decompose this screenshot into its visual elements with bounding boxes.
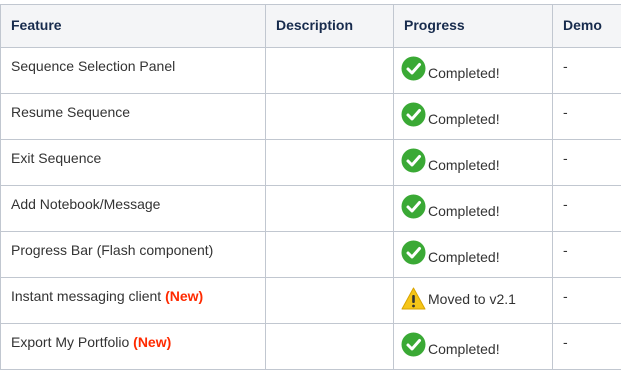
- feature-cell: Export My Portfolio (New): [0, 323, 266, 370]
- progress-cell: Moved to v2.1: [393, 277, 553, 324]
- table-row: Instant messaging client (New) Moved to …: [0, 277, 621, 324]
- feature-name: Progress Bar (Flash component): [11, 242, 214, 258]
- feature-name: Add Notebook/Message: [11, 196, 161, 212]
- progress-text: Completed!: [428, 203, 500, 219]
- demo-cell: -: [552, 47, 621, 94]
- check-circle-icon: [401, 194, 426, 219]
- check-circle-icon: [401, 332, 426, 357]
- progress-cell: Completed!: [393, 139, 553, 186]
- feature-name: Export My Portfolio: [11, 334, 130, 350]
- feature-cell: Exit Sequence: [0, 139, 266, 186]
- progress-cell: Completed!: [393, 93, 553, 140]
- description-cell: [265, 139, 394, 186]
- progress-text: Completed!: [428, 157, 500, 173]
- header-description: Description: [265, 4, 394, 48]
- demo-cell: -: [552, 231, 621, 278]
- demo-cell: -: [552, 277, 621, 324]
- table-header-row: Feature Description Progress Demo: [0, 4, 621, 48]
- progress-text: Completed!: [428, 249, 500, 265]
- feature-name: Instant messaging client: [11, 288, 162, 304]
- check-circle-icon: [401, 148, 426, 173]
- demo-cell: -: [552, 323, 621, 370]
- progress-cell: Completed!: [393, 47, 553, 94]
- feature-cell: Resume Sequence: [0, 93, 266, 140]
- feature-cell: Progress Bar (Flash component): [0, 231, 266, 278]
- header-progress: Progress: [393, 4, 553, 48]
- new-badge: (New): [165, 288, 204, 304]
- table-row: Progress Bar (Flash component) Completed…: [0, 231, 621, 278]
- table-row: Sequence Selection Panel Completed! -: [0, 47, 621, 94]
- progress-text: Moved to v2.1: [428, 290, 516, 307]
- warning-icon: [401, 286, 426, 311]
- feature-table: Feature Description Progress Demo Sequen…: [0, 4, 621, 370]
- description-cell: [265, 277, 394, 324]
- feature-name: Exit Sequence: [11, 150, 102, 166]
- progress-text: Completed!: [428, 111, 500, 127]
- demo-cell: -: [552, 139, 621, 186]
- check-circle-icon: [401, 102, 426, 127]
- description-cell: [265, 47, 394, 94]
- progress-cell: Completed!: [393, 185, 553, 232]
- check-circle-icon: [401, 240, 426, 265]
- description-cell: [265, 231, 394, 278]
- table-row: Resume Sequence Completed! -: [0, 93, 621, 140]
- table-row: Export My Portfolio (New) Completed! -: [0, 323, 621, 370]
- progress-text: Completed!: [428, 341, 500, 357]
- feature-name: Sequence Selection Panel: [11, 58, 176, 74]
- demo-cell: -: [552, 185, 621, 232]
- description-cell: [265, 185, 394, 232]
- progress-text: Completed!: [428, 65, 500, 81]
- demo-cell: -: [552, 93, 621, 140]
- check-circle-icon: [401, 56, 426, 81]
- progress-cell: Completed!: [393, 231, 553, 278]
- description-cell: [265, 323, 394, 370]
- new-badge: (New): [133, 334, 172, 350]
- header-feature: Feature: [0, 4, 266, 48]
- header-demo: Demo: [552, 4, 621, 48]
- feature-name: Resume Sequence: [11, 104, 131, 120]
- feature-cell: Sequence Selection Panel: [0, 47, 266, 94]
- feature-cell: Add Notebook/Message: [0, 185, 266, 232]
- progress-cell: Completed!: [393, 323, 553, 370]
- description-cell: [265, 93, 394, 140]
- table-row: Exit Sequence Completed! -: [0, 139, 621, 186]
- table-row: Add Notebook/Message Completed! -: [0, 185, 621, 232]
- feature-cell: Instant messaging client (New): [0, 277, 266, 324]
